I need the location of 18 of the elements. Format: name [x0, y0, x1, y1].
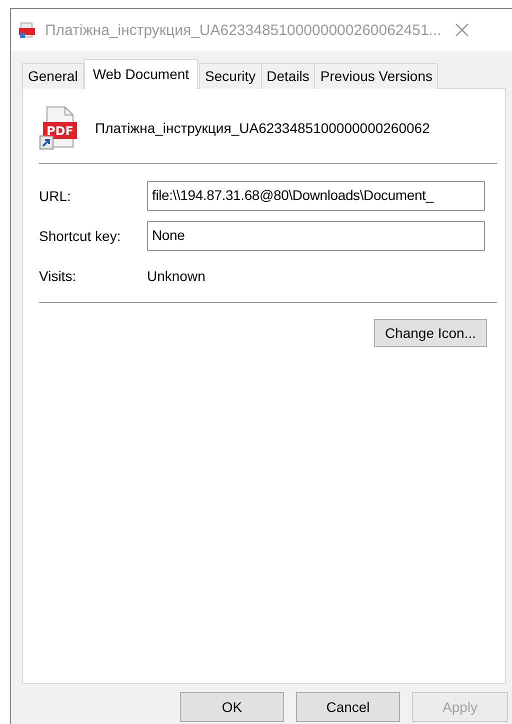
field-label: Shortcut key: [39, 228, 122, 244]
window-title: Платіжна_інструкция_UA6233485100000000260062451... [45, 22, 442, 38]
tab[interactable]: General [22, 63, 84, 89]
field-label: Visits: [39, 268, 78, 284]
tab[interactable]: Details [260, 63, 316, 89]
input-field[interactable]: file:\\194.87.31.68@80\Downloads\Document_ [147, 181, 485, 211]
dialog-button[interactable]: Cancel [296, 692, 400, 722]
tab[interactable]: Web Document [84, 59, 198, 89]
change-icon-button[interactable]: Change Icon... [374, 319, 487, 347]
field-label: URL: [39, 188, 72, 204]
tab[interactable]: Previous Versions [314, 63, 438, 89]
tab[interactable]: Security [199, 63, 262, 89]
dialog-button[interactable]: OK [180, 692, 284, 722]
field-value: Unknown [147, 268, 206, 284]
pdf-file-icon [19, 22, 35, 38]
close-icon[interactable] [455, 23, 470, 37]
input-field[interactable]: None [147, 221, 485, 251]
file-name: Платіжна_інструкция_UA6233485100000000260062 [95, 120, 430, 136]
